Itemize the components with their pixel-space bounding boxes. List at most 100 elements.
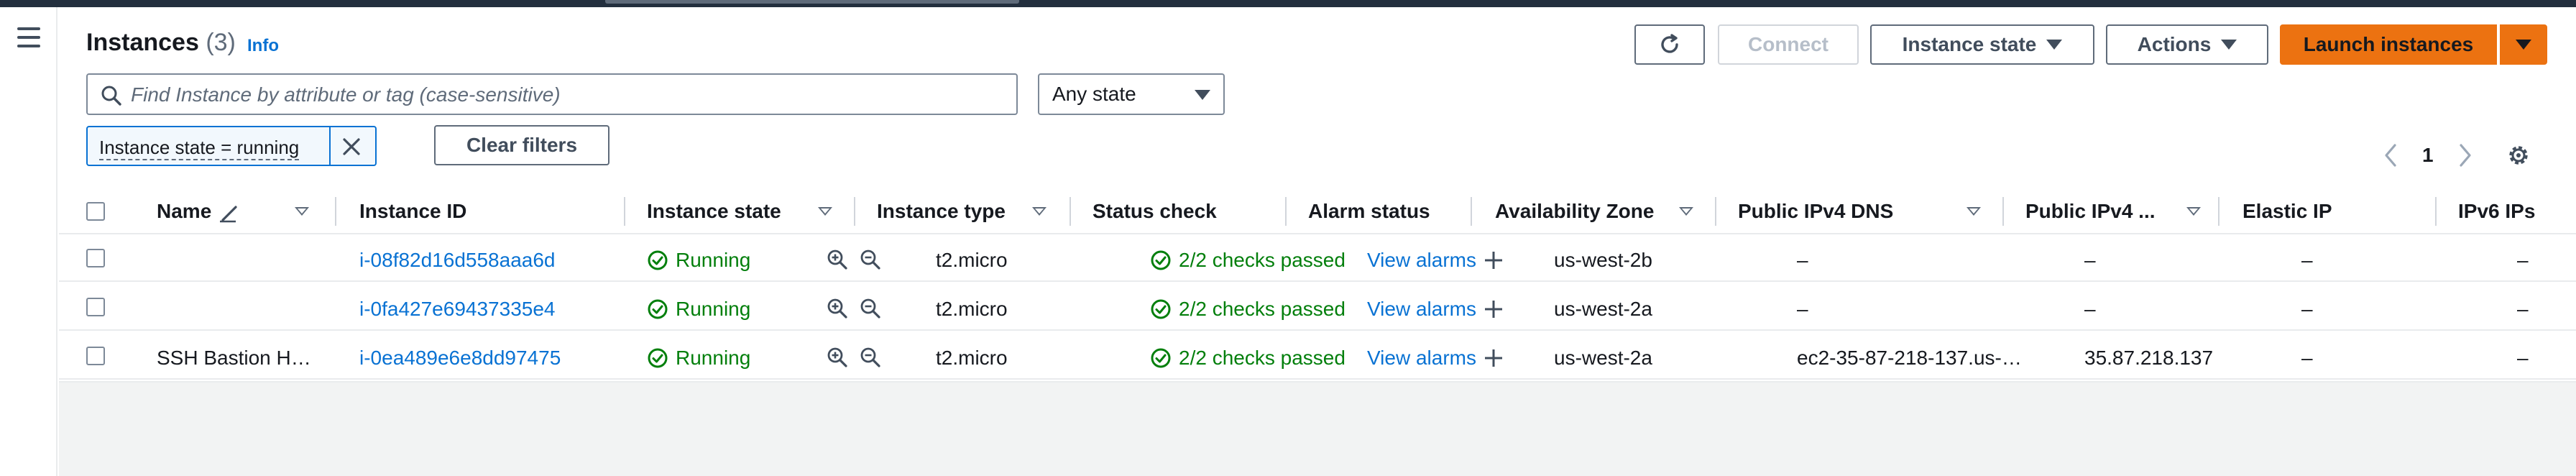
chevron-left-icon[interactable] xyxy=(2382,141,2399,170)
sort-icon[interactable] xyxy=(1966,207,1981,216)
success-icon xyxy=(648,299,668,319)
column-label: Elastic IP xyxy=(2242,200,2332,222)
zoom-in-icon[interactable] xyxy=(827,249,848,270)
zoom-out-icon[interactable] xyxy=(860,249,881,270)
view-alarms-link[interactable]: View alarms xyxy=(1367,249,1476,272)
column-header-instance-state[interactable]: Instance state xyxy=(647,200,781,223)
column-divider[interactable] xyxy=(624,197,625,226)
close-icon[interactable] xyxy=(341,136,362,157)
column-header-ipv6-ips[interactable]: IPv6 IPs xyxy=(2458,200,2535,223)
cell-name[interactable]: SSH Bastion H… xyxy=(157,347,311,370)
column-divider[interactable] xyxy=(1070,197,1071,226)
column-header-name[interactable]: Name xyxy=(157,200,211,223)
column-label: Instance ID xyxy=(359,200,467,222)
launch-options-button[interactable] xyxy=(2500,24,2547,65)
cell-availability-zone: us-west-2b xyxy=(1554,249,1652,271)
column-divider[interactable] xyxy=(2002,197,2004,226)
column-header-status-check[interactable]: Status check xyxy=(1092,200,1217,223)
column-label: Status check xyxy=(1092,200,1217,222)
connect-button[interactable]: Connect xyxy=(1718,24,1859,65)
cell-instance-id[interactable]: i-08f82d16d558aaa6d xyxy=(359,249,555,272)
column-divider[interactable] xyxy=(2435,197,2437,226)
chevron-right-icon[interactable] xyxy=(2457,141,2474,170)
column-label: Instance type xyxy=(877,200,1006,222)
global-search-bar[interactable] xyxy=(605,0,1019,4)
state-text: Running xyxy=(676,347,751,369)
column-divider[interactable] xyxy=(1285,197,1287,226)
column-divider[interactable] xyxy=(1715,197,1716,226)
column-header-instance-id[interactable]: Instance ID xyxy=(359,200,466,223)
cell-availability-zone: us-west-2a xyxy=(1554,298,1652,320)
cell-alarm-status: View alarms xyxy=(1367,249,1504,272)
column-label: Alarm status xyxy=(1308,200,1430,222)
cell-instance-id[interactable]: i-0fa427e69437335e4 xyxy=(359,298,555,321)
instance-state-dropdown[interactable]: Instance state xyxy=(1870,24,2094,65)
table-row[interactable]: SSH Bastion H… i-0ea489e6e8dd97475 Runni… xyxy=(59,332,2576,380)
table-row[interactable]: i-0fa427e69437335e4 Running t2.micro 2/2… xyxy=(59,283,2576,331)
clear-filters-label: Clear filters xyxy=(466,134,578,156)
view-alarms-link[interactable]: View alarms xyxy=(1367,347,1476,370)
filter-token[interactable]: Instance state = running xyxy=(86,126,377,166)
select-all-checkbox[interactable] xyxy=(86,202,105,221)
column-header-public-ipv4-dns[interactable]: Public IPv4 DNS xyxy=(1738,200,1893,223)
actions-dropdown[interactable]: Actions xyxy=(2106,24,2268,65)
cell-status-check: 2/2 checks passed xyxy=(1150,347,1346,370)
table-row[interactable]: i-08f82d16d558aaa6d Running t2.micro 2/2… xyxy=(59,234,2576,282)
launch-instances-button[interactable]: Launch instances xyxy=(2280,24,2497,65)
column-divider[interactable] xyxy=(1471,197,1472,226)
success-icon xyxy=(648,250,668,270)
cell-instance-type: t2.micro xyxy=(936,347,1008,369)
plus-icon[interactable] xyxy=(1484,250,1504,270)
row-checkbox[interactable] xyxy=(86,298,105,316)
sort-icon[interactable] xyxy=(1032,207,1046,216)
sort-icon[interactable] xyxy=(2186,207,2201,216)
column-divider[interactable] xyxy=(854,197,855,226)
cell-instance-id[interactable]: i-0ea489e6e8dd97475 xyxy=(359,347,561,370)
plus-icon[interactable] xyxy=(1484,348,1504,368)
menu-icon[interactable] xyxy=(17,27,40,47)
zoom-out-icon[interactable] xyxy=(860,347,881,368)
column-header-public-ipv4[interactable]: Public IPv4 ... xyxy=(2025,200,2156,223)
edit-icon[interactable] xyxy=(218,204,240,223)
zoom-out-icon[interactable] xyxy=(860,298,881,319)
zoom-in-icon[interactable] xyxy=(827,347,848,368)
status-check-text: 2/2 checks passed xyxy=(1179,298,1346,320)
view-alarms-link[interactable]: View alarms xyxy=(1367,298,1476,321)
gear-icon[interactable] xyxy=(2504,141,2533,170)
token-divider xyxy=(329,127,331,165)
column-divider[interactable] xyxy=(335,197,336,226)
info-link[interactable]: Info xyxy=(247,36,279,56)
page-number[interactable]: 1 xyxy=(2422,141,2434,170)
search-icon xyxy=(101,86,121,106)
instance-state-label: Instance state xyxy=(1902,33,2037,55)
row-checkbox[interactable] xyxy=(86,347,105,365)
column-divider[interactable] xyxy=(2218,197,2220,226)
sort-icon[interactable] xyxy=(818,207,832,216)
cell-public-dns: – xyxy=(1797,249,1808,271)
filter-token-label[interactable]: Instance state = running xyxy=(99,137,300,160)
column-header-elastic-ip[interactable]: Elastic IP xyxy=(2242,200,2332,223)
caret-down-icon xyxy=(2516,40,2531,50)
row-checkbox[interactable] xyxy=(86,249,105,267)
refresh-icon xyxy=(1661,34,1678,53)
search-field[interactable] xyxy=(86,73,1018,115)
column-label: IPv6 IPs xyxy=(2458,200,2536,222)
state-filter-select[interactable]: Any state xyxy=(1038,73,1225,115)
cell-elastic-ip: – xyxy=(2301,249,2313,271)
status-check-text: 2/2 checks passed xyxy=(1179,347,1346,369)
sort-icon[interactable] xyxy=(295,207,309,216)
table-header: Name Instance ID Instance state Instance… xyxy=(59,188,2576,234)
column-header-availability-zone[interactable]: Availability Zone xyxy=(1495,200,1654,223)
clear-filters-button[interactable]: Clear filters xyxy=(434,125,610,165)
zoom-in-icon[interactable] xyxy=(827,298,848,319)
sort-icon[interactable] xyxy=(1679,207,1693,216)
plus-icon[interactable] xyxy=(1484,299,1504,319)
refresh-button[interactable] xyxy=(1634,24,1705,65)
cell-instance-type: t2.micro xyxy=(936,249,1008,271)
status-check-text: 2/2 checks passed xyxy=(1179,249,1346,271)
cell-status-check: 2/2 checks passed xyxy=(1150,249,1346,272)
column-header-alarm-status[interactable]: Alarm status xyxy=(1308,200,1430,223)
search-input[interactable] xyxy=(131,79,1008,111)
column-header-instance-type[interactable]: Instance type xyxy=(877,200,1006,223)
launch-instances-label: Launch instances xyxy=(2303,33,2474,55)
